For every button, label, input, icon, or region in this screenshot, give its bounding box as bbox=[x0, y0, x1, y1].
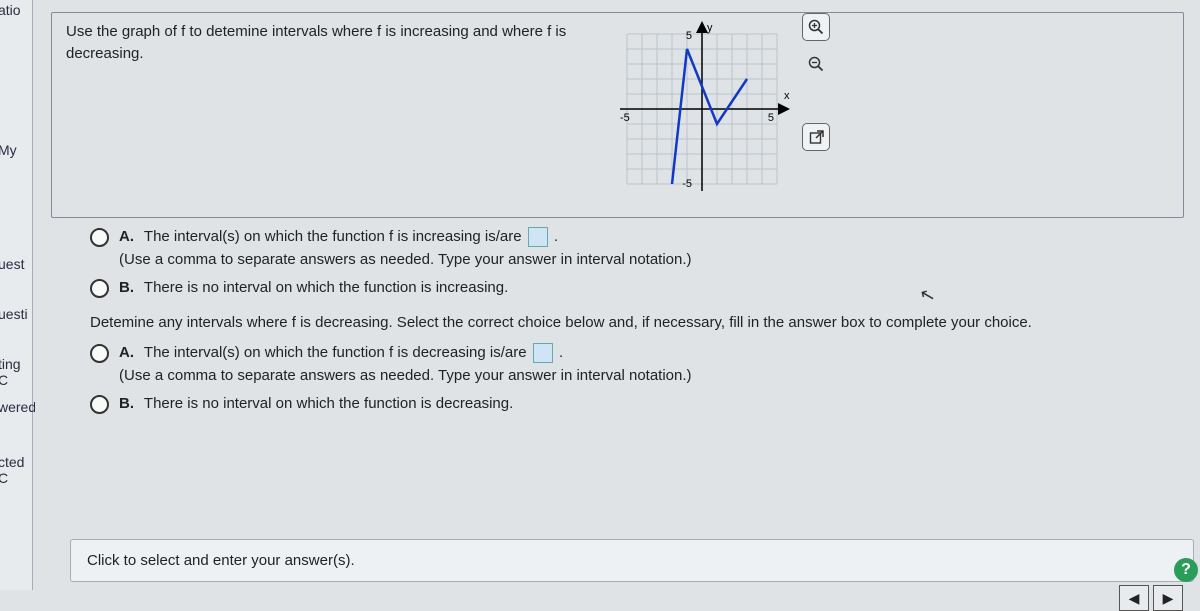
option-hint: (Use a comma to separate answers as need… bbox=[119, 251, 692, 268]
radio-q2-b[interactable] bbox=[90, 395, 109, 414]
sidebar-label: ting C bbox=[0, 356, 32, 388]
option-text: B. There is no interval on which the fun… bbox=[119, 277, 508, 300]
question-prompt: Use the graph of f to detemine intervals… bbox=[66, 21, 586, 65]
option-letter: B. bbox=[119, 279, 134, 296]
answer-input-q1[interactable] bbox=[528, 227, 548, 247]
option-text: A. The interval(s) on which the function… bbox=[119, 226, 692, 271]
q2-instruction: Detemine any intervals where f is decrea… bbox=[90, 312, 1200, 335]
sidebar-label: cted C bbox=[0, 454, 32, 486]
zoom-out-button[interactable] bbox=[803, 51, 829, 77]
axis-y-label: y bbox=[707, 22, 713, 34]
tick-label: 5 bbox=[686, 30, 692, 42]
sidebar-label: uest bbox=[0, 256, 24, 272]
popout-icon bbox=[809, 130, 824, 145]
sidebar-label: atio bbox=[0, 2, 21, 18]
answer-bar[interactable]: Click to select and enter your answer(s)… bbox=[70, 539, 1194, 582]
option-letter: B. bbox=[119, 395, 134, 412]
option-text: A. The interval(s) on which the function… bbox=[119, 342, 692, 387]
next-button[interactable]: ▶ bbox=[1153, 585, 1183, 611]
q1-option-b: B. There is no interval on which the fun… bbox=[90, 277, 1200, 300]
axis-x-label: x bbox=[784, 90, 790, 102]
nav-buttons: ◀ ▶ bbox=[1119, 585, 1183, 611]
option-letter: A. bbox=[119, 344, 134, 361]
option-line-1: The interval(s) on which the function f … bbox=[144, 344, 531, 361]
q2-option-b: B. There is no interval on which the fun… bbox=[90, 393, 1200, 416]
option-letter: A. bbox=[119, 228, 134, 245]
radio-q1-a[interactable] bbox=[90, 228, 109, 247]
tick-label: -5 bbox=[620, 112, 630, 124]
help-button[interactable]: ? bbox=[1174, 558, 1198, 582]
sidebar-label: uesti bbox=[0, 306, 28, 322]
q1-option-a: A. The interval(s) on which the function… bbox=[90, 226, 1200, 271]
graph-figure: x y -5 5 5 -5 bbox=[612, 19, 792, 199]
option-line-1b: . bbox=[554, 228, 558, 245]
sidebar-label: wered bbox=[0, 399, 36, 415]
open-graph-button[interactable] bbox=[802, 123, 830, 151]
option-hint: (Use a comma to separate answers as need… bbox=[119, 367, 692, 384]
option-text: B. There is no interval on which the fun… bbox=[119, 393, 513, 416]
zoom-in-button[interactable] bbox=[802, 13, 830, 41]
prev-button[interactable]: ◀ bbox=[1119, 585, 1149, 611]
radio-q2-a[interactable] bbox=[90, 344, 109, 363]
zoom-out-icon bbox=[808, 56, 824, 72]
answer-bar-text: Click to select and enter your answer(s)… bbox=[87, 552, 355, 569]
option-line-1: The interval(s) on which the function f … bbox=[144, 228, 526, 245]
option-line: There is no interval on which the functi… bbox=[144, 279, 508, 296]
zoom-in-icon bbox=[808, 19, 824, 35]
question-panel: Use the graph of f to detemine intervals… bbox=[35, 12, 1200, 590]
question-header-box: Use the graph of f to detemine intervals… bbox=[51, 12, 1184, 218]
answer-input-q2[interactable] bbox=[533, 343, 553, 363]
sidebar-label: My bbox=[0, 142, 17, 158]
tick-label: 5 bbox=[768, 112, 774, 124]
radio-q1-b[interactable] bbox=[90, 279, 109, 298]
left-sidebar: atio My uest uesti ting C wered cted C bbox=[0, 0, 33, 590]
option-line: There is no interval on which the functi… bbox=[144, 395, 513, 412]
option-line-1b: . bbox=[559, 344, 563, 361]
tick-label: -5 bbox=[682, 178, 692, 190]
graph-tools bbox=[802, 13, 830, 151]
q2-option-a: A. The interval(s) on which the function… bbox=[90, 342, 1200, 387]
